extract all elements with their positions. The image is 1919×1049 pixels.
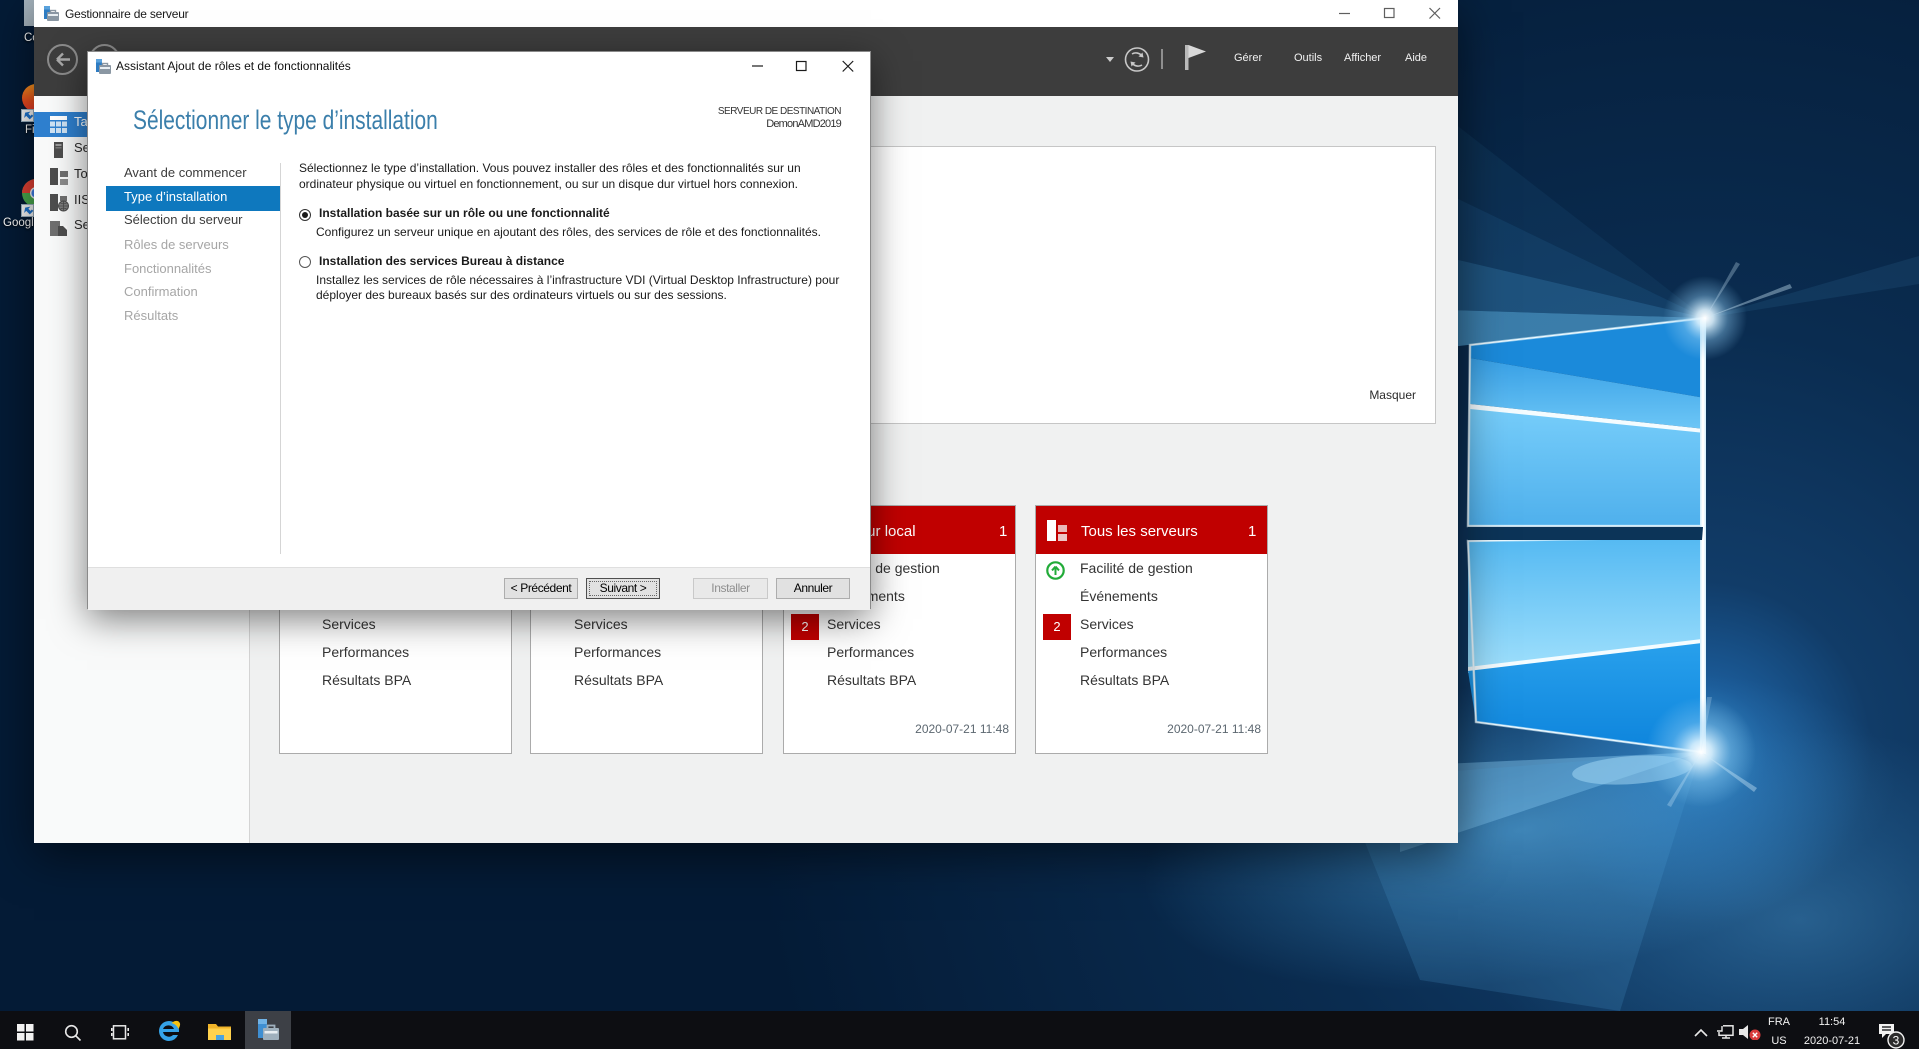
svg-text:3: 3 [1893,1034,1900,1048]
